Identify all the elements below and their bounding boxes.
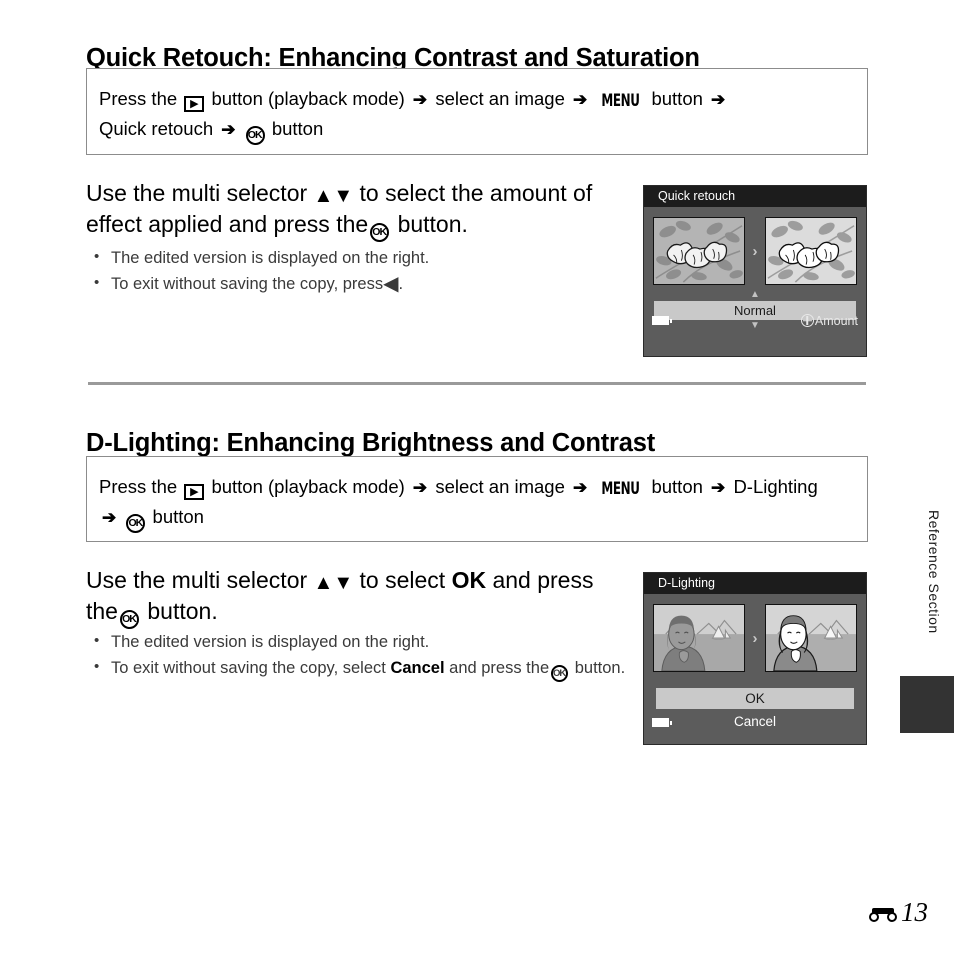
camera-screen-quick-retouch: Quick retouch › ▲ Normal ▼ Amount [643,185,867,357]
page-footer: 13 [869,897,928,928]
bullet-list-d-lighting: The edited version is displayed on the r… [92,629,637,684]
battery-icon [652,718,672,727]
retouched-flowers-thumbnail [765,217,857,285]
screen-title-bar: Quick retouch [644,186,866,207]
updown-triangles-icon: ▲▼ [313,572,354,594]
arrow-right-icon: ➔ [573,90,588,109]
path-text-button: button [152,506,204,527]
screen-body: › [644,207,866,331]
comparison-arrow-icon: › [752,242,758,260]
path-text-button-playback: button (playback mode) [211,476,405,497]
step-text-part2: to select [359,567,446,593]
left-triangle-icon: ◀ [383,273,399,295]
ok-option[interactable]: OK [656,688,854,709]
ok-button-icon: OK [119,610,139,629]
e-reference-icon [869,904,897,922]
menu-path-line-1: Press the ▶ button (playback mode) ➔ sel… [99,473,855,503]
menu-button-icon: MENU [601,91,641,111]
bullet-text-end: . [398,275,404,293]
path-text-quick-retouch: Quick retouch [99,118,214,139]
path-text-d-lighting: D-Lighting [733,476,818,497]
step-text-part1: Use the multi selector [86,180,308,206]
step-text-part3: button. [397,211,468,237]
updown-triangles-icon: ▲▼ [313,185,354,207]
menu-button-icon: MENU [601,479,641,499]
step-instruction-quick-retouch: Use the multi selector ▲▼ to select the … [86,178,631,242]
ok-button-icon: OK [126,514,146,533]
e-icon-left-dot [869,911,879,922]
list-item: The edited version is displayed on the r… [92,629,637,654]
ok-button-icon: OK [245,126,265,145]
side-tab-marker [900,676,954,733]
screen-title-bar: D-Lighting [644,573,866,594]
ok-button-icon: OK [551,665,569,682]
arrow-right-icon: ➔ [711,90,726,109]
list-item: To exit without saving the copy, press◀. [92,271,637,296]
section-divider [88,382,866,385]
arrow-right-icon: ➔ [412,478,428,497]
battery-icon [652,316,672,325]
bullet-text: The edited version is displayed on the r… [111,633,430,651]
bullet-text-mid: and press the [449,659,550,677]
original-flowers-thumbnail [653,217,745,285]
arrow-right-icon: ➔ [102,508,117,527]
thumbnail-comparison: › [644,207,866,285]
original-portrait-thumbnail [653,604,745,672]
page-number: 13 [901,897,928,927]
bullet-list-quick-retouch: The edited version is displayed on the r… [92,245,637,298]
screen-status-bar: Amount [644,311,866,330]
step-text-part3: button. [147,598,218,624]
menu-path-line-2: Quick retouch ➔ OK button [99,115,855,145]
dlighting-portrait-thumbnail [765,604,857,672]
bullet-text: To exit without saving the copy, press [111,275,384,293]
arrow-right-icon: ➔ [573,478,588,497]
menu-path-line-2: ➔ OK button [99,503,855,533]
bullet-text: The edited version is displayed on the r… [111,249,430,267]
ok-button-icon: OK [370,223,390,242]
playback-icon: ▶ [184,484,205,500]
step-text-part1: Use the multi selector [86,567,308,593]
step-text-ok-bold: OK [451,567,487,593]
manual-page: Quick Retouch: Enhancing Contrast and Sa… [0,0,954,954]
menu-path-box-quick-retouch: Press the ▶ button (playback mode) ➔ sel… [86,68,868,155]
camera-screen-d-lighting: D-Lighting › OK Cancel [643,572,867,745]
side-tab-label: Reference Section [926,510,942,634]
menu-path-box-d-lighting: Press the ▶ button (playback mode) ➔ sel… [86,456,868,542]
path-text-select-image: select an image [435,88,565,109]
bullet-text-cancel-bold: Cancel [390,659,445,677]
list-item: To exit without saving the copy, select … [92,655,637,682]
menu-path-line-1: Press the ▶ button (playback mode) ➔ sel… [99,85,855,115]
path-text-button: button [271,118,324,139]
path-text-button: button [651,88,703,109]
list-item: The edited version is displayed on the r… [92,245,637,270]
path-text-press-the: Press the [99,476,178,497]
path-text-button: button [651,476,703,497]
playback-icon: ▶ [184,96,205,112]
bullet-text: To exit without saving the copy, select [111,659,386,677]
path-text-select-image: select an image [435,476,565,497]
thumbnail-comparison: › [644,594,866,672]
bullet-text-end: button. [574,659,626,677]
screen-status-bar [644,713,866,732]
e-icon-right-dot [887,911,897,922]
comparison-arrow-icon: › [752,629,758,647]
multi-selector-icon [800,314,814,327]
step-instruction-d-lighting: Use the multi selector ▲▼ to select OK a… [86,565,631,629]
amount-hint-label: Amount [814,313,858,328]
path-text-button-playback: button (playback mode) [211,88,405,109]
page-title-d-lighting: D-Lighting: Enhancing Brightness and Con… [86,429,655,458]
arrow-right-icon: ➔ [221,120,236,139]
path-text-press-the: Press the [99,88,178,109]
arrow-right-icon: ➔ [412,90,428,109]
amount-hint: Amount [800,313,858,328]
screen-body: › [644,594,866,732]
caret-up-icon[interactable]: ▲ [644,290,866,300]
arrow-right-icon: ➔ [711,478,726,497]
